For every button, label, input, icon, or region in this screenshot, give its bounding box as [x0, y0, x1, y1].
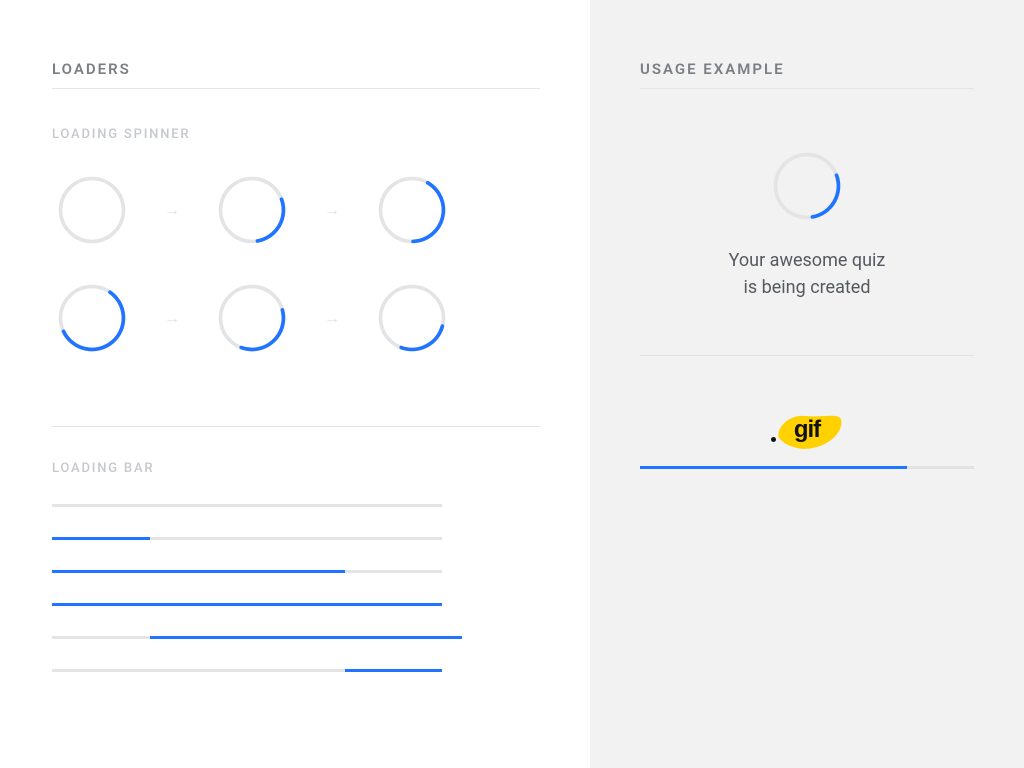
spinner-icon	[215, 173, 289, 247]
loading-bar	[52, 636, 442, 639]
example-spinner-block: Your awesome quiz is being created	[640, 149, 974, 301]
arrow-icon: →	[292, 200, 372, 220]
title-divider	[640, 88, 974, 89]
spinner-icon	[215, 281, 289, 355]
spinner-icon	[375, 281, 449, 355]
loading-spinner-subtitle: LOADING SPINNER	[52, 127, 540, 142]
loaders-title: LOADERS	[52, 60, 540, 78]
arrow-icon: →	[292, 308, 372, 328]
spinner-icon	[770, 149, 844, 223]
spinner-icon	[55, 281, 129, 355]
section-divider	[640, 355, 974, 356]
spinner-frame-2	[212, 170, 292, 250]
spinner-row: → →	[52, 278, 452, 358]
title-divider	[52, 88, 540, 89]
spinner-frame-3	[372, 170, 452, 250]
spinner-frame-1	[52, 170, 132, 250]
example-message-line1: Your awesome quiz	[729, 250, 886, 271]
usage-example-panel: USAGE EXAMPLE Your awesome quiz is being…	[590, 0, 1024, 768]
spinner-frame-6	[372, 278, 452, 358]
spinner-grid: → → →	[52, 170, 540, 386]
loading-bar	[52, 603, 442, 606]
spinner-frame-4	[52, 278, 132, 358]
section-divider	[52, 426, 540, 427]
gif-text: gif	[767, 408, 847, 452]
example-loading-bar	[640, 466, 974, 469]
loading-bar	[52, 504, 442, 507]
gif-logo: gif	[767, 408, 847, 452]
loading-bar	[52, 570, 442, 573]
spinner-icon	[375, 173, 449, 247]
spinner-frame-5	[212, 278, 292, 358]
example-message: Your awesome quiz is being created	[729, 247, 886, 301]
spinner-icon	[55, 173, 129, 247]
usage-example-title: USAGE EXAMPLE	[640, 60, 974, 78]
loading-bar-list	[52, 504, 540, 672]
loading-bar-subtitle: LOADING BAR	[52, 461, 540, 476]
loading-bar	[52, 669, 442, 672]
example-message-line2: is being created	[744, 277, 871, 298]
loaders-panel: LOADERS LOADING SPINNER → →	[0, 0, 590, 768]
spinner-row: → →	[52, 170, 452, 250]
arrow-icon: →	[132, 308, 212, 328]
loading-bar	[52, 537, 442, 540]
example-bar-block: gif	[640, 408, 974, 469]
arrow-icon: →	[132, 200, 212, 220]
